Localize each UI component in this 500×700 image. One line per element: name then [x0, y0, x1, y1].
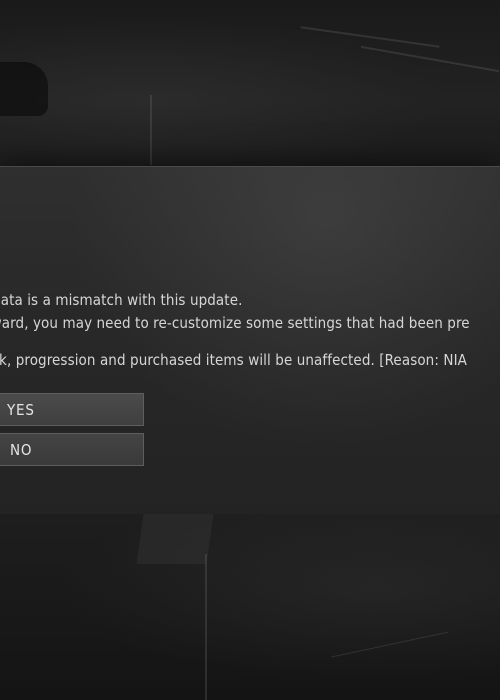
background-floor-line	[331, 631, 449, 658]
background-floor-line	[360, 45, 500, 73]
no-button-label: NO	[10, 441, 33, 459]
background-ledge	[136, 514, 214, 564]
update-mismatch-dialog: r data is a mismatch with this update. r…	[0, 166, 500, 516]
background-scene-bottom	[0, 514, 500, 700]
yes-button[interactable]: YES	[0, 393, 144, 426]
background-floor-line	[150, 95, 152, 165]
yes-button-label: YES	[7, 401, 35, 419]
game-screen: r data is a mismatch with this update. r…	[0, 0, 500, 700]
background-silhouette	[0, 62, 48, 116]
dialog-message-line: ank, progression and purchased items wil…	[0, 351, 467, 369]
background-scene-top	[0, 0, 500, 166]
background-floor-line	[300, 26, 440, 48]
dialog-message-line: rward, you may need to re-customize some…	[0, 314, 470, 332]
no-button[interactable]: NO	[0, 433, 144, 466]
dialog-message-line: r data is a mismatch with this update.	[0, 291, 243, 309]
background-floor-line	[205, 554, 207, 700]
